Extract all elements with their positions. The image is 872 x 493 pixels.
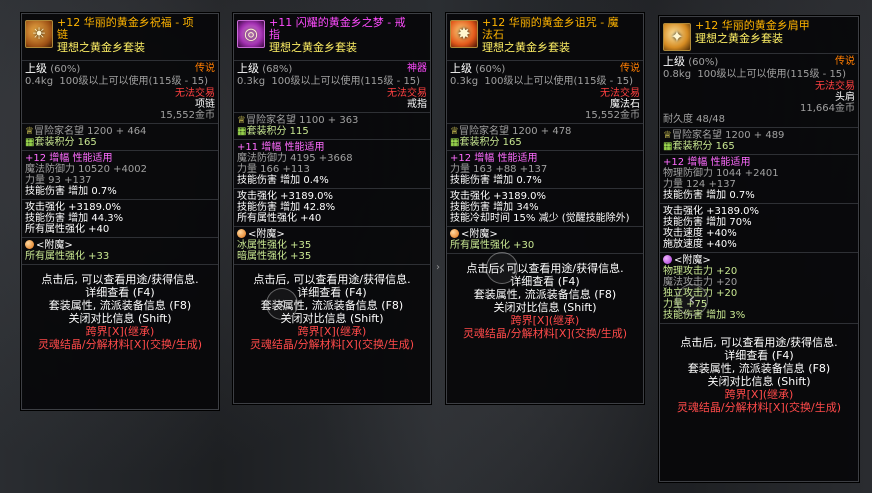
enchant-gem-icon xyxy=(25,240,34,249)
item-title: +11 闪耀的黄金乡之梦 - 戒 xyxy=(269,16,406,29)
rarity-label: 传说 xyxy=(195,63,215,74)
item-stats-section: +11 增幅 性能适用 魔法防御力 4195 +3668 力量 166 +113… xyxy=(234,139,430,188)
item-fame-section: ♕冒险家名望 1200 + 478 ▦套装积分 165 xyxy=(447,123,643,150)
rarity-label: 传说 xyxy=(620,63,640,74)
item-basic-info: 上级 (60%) 传说 0.4kg 100级以上可以使用(115级 - 15) 无… xyxy=(22,60,218,123)
hint-section: 点击后, 可以查看用途/获得信息. 详细查看 (F4) 套装属性, 流派装备信息… xyxy=(22,264,218,353)
hint-section: 点击后, 可以查看用途/获得信息. 详细查看 (F4) 套装属性, 流派装备信息… xyxy=(660,323,858,416)
enchant-gem-icon xyxy=(663,255,672,264)
fame-icon: ♕ xyxy=(663,130,672,141)
tooltip-header: ✸ +12 华丽的黄金乡诅咒 - 魔 法石 理想之黄金乡套装 xyxy=(447,14,643,60)
item-tooltip-magic-stone[interactable]: ✸ +12 华丽的黄金乡诅咒 - 魔 法石 理想之黄金乡套装 上级 (60%) 传… xyxy=(446,13,644,404)
item-bonus-section: 攻击强化 +3189.0% 技能伤害 增加 34% 技能冷却时间 15% 减少 … xyxy=(447,188,643,226)
item-basic-info: 上级 (68%) 神器 0.3kg 100级以上可以使用(115级 - 15) 无… xyxy=(234,60,430,112)
item-title-cont: 指 xyxy=(269,28,280,41)
price: 15,552金币 xyxy=(585,110,640,121)
item-fame-section: ♕冒险家名望 1100 + 363 ▦套装积分 115 xyxy=(234,112,430,139)
slot-type: 头肩 xyxy=(835,92,855,103)
slot-type: 戒指 xyxy=(407,99,427,110)
item-title: +12 华丽的黄金乡肩甲 xyxy=(695,19,810,32)
fame-icon: ♕ xyxy=(237,115,246,126)
item-stats-section: +12 增幅 性能适用 力量 163 +88 +137 技能伤害 增加 0.7% xyxy=(447,150,643,188)
item-tooltip-ring[interactable]: ◎ +11 闪耀的黄金乡之梦 - 戒 指 理想之黄金乡套装 上级 (68%) 神器… xyxy=(233,13,431,404)
item-title: +12 华丽的黄金乡祝福 - 项 xyxy=(57,16,194,29)
side-expand-icon[interactable]: › xyxy=(436,262,446,276)
durability: 耐久度 48/48 xyxy=(663,114,725,125)
slot-type: 魔法石 xyxy=(610,99,640,110)
carousel-prev-button-2[interactable]: ‹ xyxy=(486,252,518,284)
set-name: 理想之黄金乡套装 xyxy=(695,32,783,45)
item-stats-section: +12 增幅 性能适用 物理防御力 1044 +2401 力量 124 +137… xyxy=(660,154,858,203)
carousel-prev-button[interactable]: ‹ xyxy=(266,288,298,320)
trade-status: 无法交易 xyxy=(387,88,427,99)
item-bonus-section: 攻击强化 +3189.0% 技能伤害 增加 42.8% 所有属性强化 +40 xyxy=(234,188,430,226)
trade-status: 无法交易 xyxy=(600,88,640,99)
set-name: 理想之黄金乡套装 xyxy=(269,41,357,54)
item-tooltip-shoulder[interactable]: ✦ +12 华丽的黄金乡肩甲 理想之黄金乡套装 上级 (60%) 传说 0.8kg… xyxy=(659,16,859,482)
tooltip-header: ✦ +12 华丽的黄金乡肩甲 理想之黄金乡套装 xyxy=(660,17,858,53)
item-title-cont: 链 xyxy=(57,28,68,41)
price: 11,664金币 xyxy=(800,103,855,114)
enchant-gem-icon xyxy=(237,229,246,238)
tooltip-header: ◎ +11 闪耀的黄金乡之梦 - 戒 指 理想之黄金乡套装 xyxy=(234,14,430,60)
item-basic-info: 上级 (60%) 传说 0.8kg 100级以上可以使用(115级 - 15) 无… xyxy=(660,53,858,127)
tooltip-header: ☀ +12 华丽的黄金乡祝福 - 项 链 理想之黄金乡套装 xyxy=(22,14,218,60)
enchant-gem-icon xyxy=(450,229,459,238)
trade-status: 无法交易 xyxy=(175,88,215,99)
hint-section: 点击后, 可以查看用途/获得信息. 详细查看 (F4) 套装属性, 流派装备信息… xyxy=(234,264,430,353)
item-stats-section: +12 增幅 性能适用 魔法防御力 10520 +4002 力量 93 +137… xyxy=(22,150,218,199)
trade-status: 无法交易 xyxy=(815,81,855,92)
rarity-label: 神器 xyxy=(407,63,427,74)
item-basic-info: 上级 (60%) 传说 0.3kg 100级以上可以使用(115级 - 15) 无… xyxy=(447,60,643,123)
carousel-prev-button-3[interactable]: ‹ xyxy=(676,284,708,316)
item-tooltip-necklace[interactable]: ☀ +12 华丽的黄金乡祝福 - 项 链 理想之黄金乡套装 上级 (60%) 传说… xyxy=(21,13,219,410)
price: 15,552金币 xyxy=(160,110,215,121)
enchant-section: <附魔> 冰属性强化 +35 暗属性强化 +35 xyxy=(234,226,430,264)
item-bonus-section: 攻击强化 +3189.0% 技能伤害 增加 70% 攻击速度 +40% 施放速度… xyxy=(660,203,858,252)
item-fame-section: ♕冒险家名望 1200 + 464 ▦套装积分 165 xyxy=(22,123,218,150)
set-name: 理想之黄金乡套装 xyxy=(482,41,570,54)
slot-type: 项链 xyxy=(195,99,215,110)
ring-item-icon: ◎ xyxy=(237,20,265,48)
shoulder-item-icon: ✦ xyxy=(663,23,691,51)
necklace-item-icon: ☀ xyxy=(25,20,53,48)
set-name: 理想之黄金乡套装 xyxy=(57,41,145,54)
item-bonus-section: 攻击强化 +3189.0% 技能伤害 增加 44.3% 所有属性强化 +40 xyxy=(22,199,218,237)
item-fame-section: ♕冒险家名望 1200 + 489 ▦套装积分 165 xyxy=(660,127,858,154)
hint-section: 点击后, 可以查看用途/获得信息. 详细查看 (F4) 套装属性, 流派装备信息… xyxy=(447,253,643,342)
fame-icon: ♕ xyxy=(25,126,34,137)
item-title-cont: 法石 xyxy=(482,28,504,41)
magic-stone-item-icon: ✸ xyxy=(450,20,478,48)
enchant-section: <附魔> 所有属性强化 +30 xyxy=(447,226,643,253)
enchant-section: <附魔> 所有属性强化 +33 xyxy=(22,237,218,264)
rarity-label: 传说 xyxy=(835,56,855,67)
fame-icon: ♕ xyxy=(450,126,459,137)
